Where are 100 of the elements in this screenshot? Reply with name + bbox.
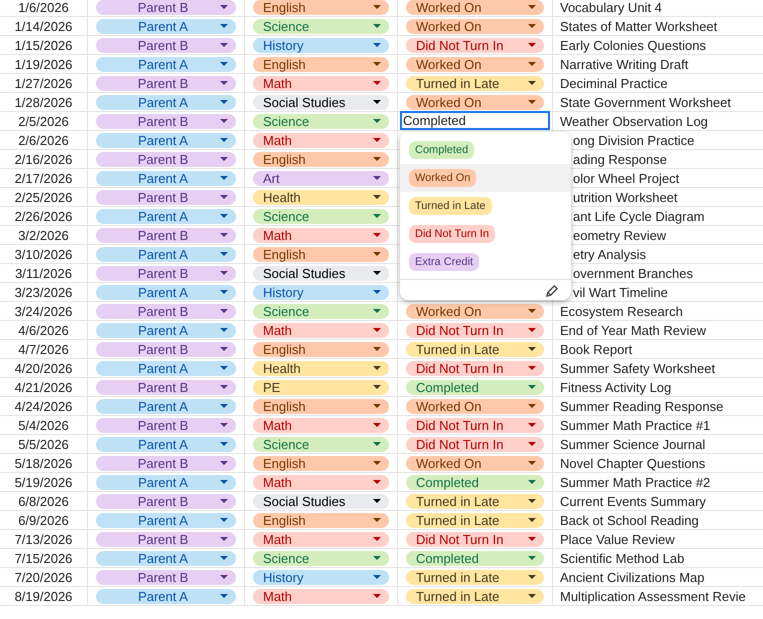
parent-dropdown[interactable]: Parent A (96, 474, 236, 490)
parent-dropdown[interactable]: Parent A (96, 246, 236, 262)
status-dropdown[interactable]: Did Not Turn In (406, 322, 544, 338)
parent-dropdown[interactable]: Parent A (96, 284, 236, 300)
subject-dropdown[interactable]: Math (253, 474, 389, 490)
subject-dropdown[interactable]: Math (253, 322, 389, 338)
subject-dropdown[interactable]: History (253, 570, 389, 584)
subject-dropdown[interactable]: History (253, 38, 389, 52)
status-dropdown[interactable]: Turned in Late (406, 512, 544, 528)
status-option[interactable]: Did Not Turn In (409, 225, 495, 243)
subject-dropdown[interactable]: Math (253, 588, 389, 604)
parent-dropdown[interactable]: Parent A (96, 436, 236, 452)
subject-dropdown[interactable]: Art (253, 170, 389, 186)
subject-dropdown[interactable]: Health (253, 360, 389, 376)
subject-dropdown[interactable]: Social Studies (253, 94, 389, 110)
status-option[interactable]: Extra Credit (409, 253, 480, 271)
parent-dropdown[interactable]: Parent B (96, 228, 236, 242)
parent-dropdown[interactable]: Parent A (96, 208, 236, 224)
parent-dropdown[interactable]: Parent B (96, 266, 236, 280)
parent-dropdown[interactable]: Parent A (96, 56, 236, 72)
status-input[interactable]: Completed (400, 111, 550, 130)
subject-dropdown[interactable]: English (253, 152, 389, 166)
parent-dropdown[interactable]: Parent B (96, 38, 236, 52)
status-dropdown[interactable]: Turned in Late (406, 76, 544, 90)
subject-dropdown[interactable]: Science (253, 550, 389, 566)
status-dropdown[interactable]: Turned in Late (406, 494, 544, 508)
parent-dropdown[interactable]: Parent B (96, 532, 236, 546)
subject-dropdown[interactable]: Science (253, 304, 389, 318)
status-dropdown[interactable]: Did Not Turn In (406, 418, 544, 432)
subject-dropdown[interactable]: English (253, 398, 389, 414)
subject-dropdown[interactable]: Science (253, 18, 389, 34)
status-option[interactable]: Turned in Late (409, 197, 492, 215)
subject-dropdown[interactable]: English (253, 246, 389, 262)
status-dropdown[interactable]: Worked On (406, 0, 544, 14)
subject-dropdown[interactable]: Math (253, 76, 389, 90)
parent-dropdown[interactable]: Parent B (96, 114, 236, 128)
status-dropdown[interactable]: Worked On (406, 398, 544, 414)
parent-dropdown[interactable]: Parent A (96, 94, 236, 110)
subject-dropdown[interactable]: History (253, 284, 389, 300)
status-dropdown[interactable]: Worked On (406, 18, 544, 34)
status-dropdown[interactable]: Turned in Late (406, 588, 544, 604)
parent-dropdown[interactable]: Parent A (96, 550, 236, 566)
parent-dropdown[interactable]: Parent A (96, 132, 236, 148)
status-dropdown[interactable]: Completed (406, 550, 544, 566)
parent-dropdown[interactable]: Parent B (96, 570, 236, 584)
subject-dropdown[interactable]: Science (253, 114, 389, 128)
parent-dropdown[interactable]: Parent B (96, 76, 236, 90)
status-dropdown[interactable]: Did Not Turn In (406, 360, 544, 376)
subject-dropdown[interactable]: English (253, 456, 389, 470)
status-dropdown[interactable]: Worked On (406, 456, 544, 470)
subject-dropdown[interactable]: Math (253, 532, 389, 546)
parent-dropdown[interactable]: Parent A (96, 588, 236, 604)
parent-dropdown[interactable]: Parent B (96, 380, 236, 394)
parent-dropdown[interactable]: Parent B (96, 304, 236, 318)
status-dropdown[interactable]: Turned in Late (406, 570, 544, 584)
status-dropdown[interactable]: Worked On (406, 94, 544, 110)
status-option[interactable]: Worked On (409, 169, 476, 187)
subject-dropdown[interactable]: Math (253, 132, 389, 148)
parent-dropdown[interactable]: Parent B (96, 0, 236, 14)
parent-dropdown[interactable]: Parent B (96, 152, 236, 166)
subject-dropdown[interactable]: PE (253, 380, 389, 394)
parent-dropdown[interactable]: Parent A (96, 18, 236, 34)
subject-dropdown[interactable]: English (253, 512, 389, 528)
parent-dropdown[interactable]: Parent A (96, 322, 236, 338)
subject-dropdown[interactable]: Science (253, 436, 389, 452)
subject-dropdown[interactable]: English (253, 342, 389, 356)
parent-dropdown[interactable]: Parent B (96, 190, 236, 204)
status-option[interactable]: Completed (409, 141, 474, 159)
status-dropdown[interactable]: Worked On (406, 56, 544, 72)
caret-icon (373, 594, 381, 598)
subject-dropdown[interactable]: Math (253, 418, 389, 432)
parent-dropdown[interactable]: Parent A (96, 360, 236, 376)
status-dropdown[interactable]: Did Not Turn In (406, 38, 544, 52)
parent-dropdown[interactable]: Parent B (96, 494, 236, 508)
subject-dropdown[interactable]: English (253, 0, 389, 14)
caret-icon (220, 309, 228, 313)
parent-dropdown[interactable]: Parent B (96, 456, 236, 470)
status-dropdown[interactable]: Worked On (406, 304, 544, 318)
parent-dropdown[interactable]: Parent A (96, 170, 236, 186)
subject-dropdown[interactable]: Math (253, 228, 389, 242)
date-cell: 4/20/2026 (0, 359, 88, 378)
status-dropdown[interactable]: Turned in Late (406, 342, 544, 356)
status-dropdown[interactable]: Did Not Turn In (406, 532, 544, 546)
status-dropdown[interactable]: Did Not Turn In (406, 436, 544, 452)
subject-dropdown[interactable]: Health (253, 190, 389, 204)
subject-dropdown[interactable]: Science (253, 208, 389, 224)
parent-dropdown[interactable]: Parent A (96, 398, 236, 414)
caret-icon (373, 100, 381, 104)
subject-dropdown[interactable]: English (253, 56, 389, 72)
date-cell: 3/24/2026 (0, 302, 88, 321)
parent-dropdown[interactable]: Parent B (96, 418, 236, 432)
subject-dropdown[interactable]: Social Studies (253, 494, 389, 508)
caret-icon (528, 43, 536, 47)
status-dropdown[interactable]: Completed (406, 380, 544, 394)
title-cell: Fitness Activity Log (553, 378, 763, 397)
status-dropdown[interactable]: Completed (406, 474, 544, 490)
parent-dropdown[interactable]: Parent B (96, 342, 236, 356)
pencil-icon[interactable] (546, 284, 559, 296)
parent-dropdown[interactable]: Parent A (96, 512, 236, 528)
subject-dropdown[interactable]: Social Studies (253, 266, 389, 280)
